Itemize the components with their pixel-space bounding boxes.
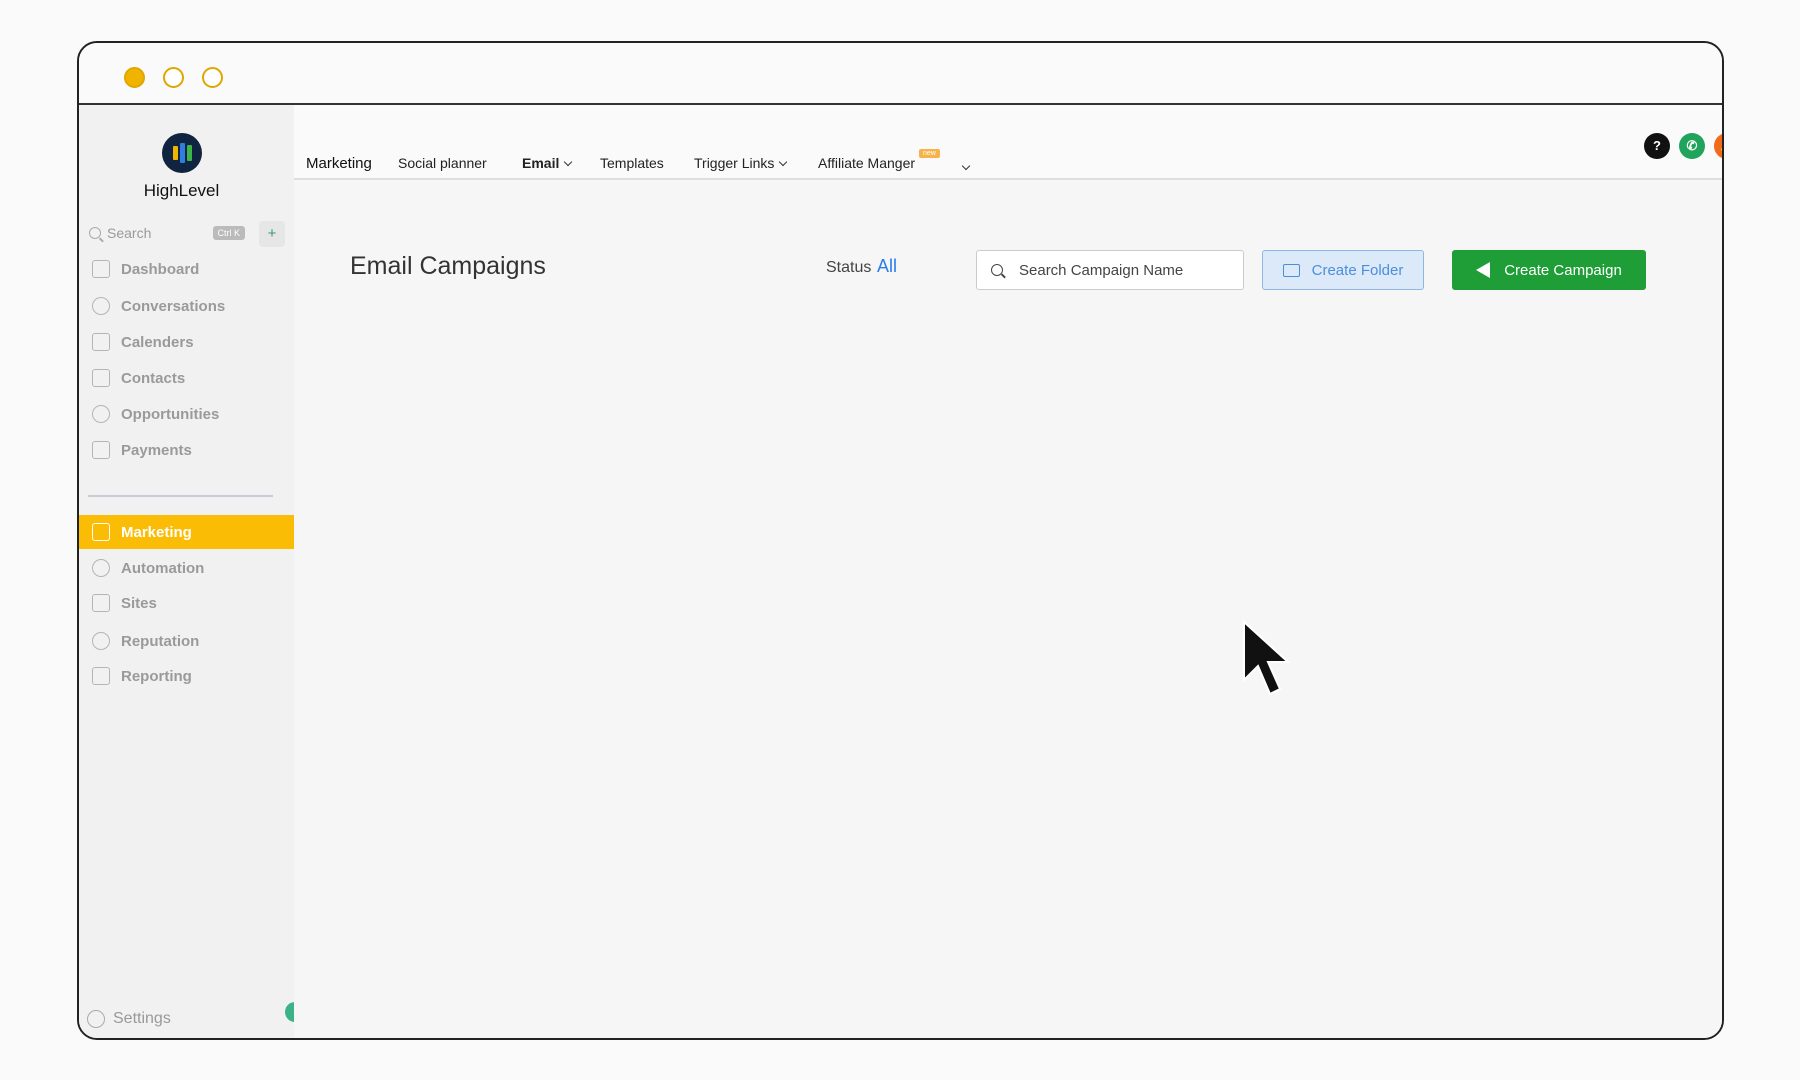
chevron-down-icon[interactable] <box>962 162 970 170</box>
sidebar-item-automation[interactable]: Automation <box>79 551 294 585</box>
app-window: HighLevel Search Ctrl K + Dashboard Conv… <box>77 41 1724 1040</box>
sidebar-item-label: Reputation <box>121 633 199 650</box>
create-campaign-label: Create Campaign <box>1504 262 1622 279</box>
sidebar-item-label: Reporting <box>121 668 192 685</box>
settings-label: Settings <box>113 1010 171 1028</box>
title-bar <box>79 43 1722 105</box>
sidebar-item-marketing[interactable]: Marketing <box>79 515 294 549</box>
tab-trigger-links-label: Trigger Links <box>694 155 774 171</box>
sidebar-item-label: Automation <box>121 560 204 577</box>
sidebar: HighLevel Search Ctrl K + Dashboard Conv… <box>79 105 294 1038</box>
status-filter-label: Status <box>826 259 871 277</box>
phone-icon[interactable]: ✆ <box>1679 133 1705 159</box>
main-content: Email Campaigns Status All Create Folder… <box>294 182 1722 1038</box>
calendar-icon <box>92 333 110 351</box>
tab-affiliate-manager[interactable]: Affiliate Manger <box>818 155 915 171</box>
sidebar-divider <box>88 495 273 497</box>
gear-icon <box>87 1010 105 1028</box>
tab-templates[interactable]: Templates <box>600 155 664 171</box>
mouse-cursor-icon <box>1240 620 1300 700</box>
sidebar-item-label: Sites <box>121 595 157 612</box>
chevron-down-icon <box>564 158 572 166</box>
sidebar-item-label: Conversations <box>121 298 225 315</box>
maximize-window-button[interactable] <box>202 67 223 88</box>
shortcut-hint: Ctrl K <box>213 226 246 240</box>
status-filter-value[interactable]: All <box>877 256 897 277</box>
dashboard-icon <box>92 260 110 278</box>
create-campaign-button[interactable]: Create Campaign <box>1452 250 1646 290</box>
megaphone-icon <box>1476 262 1490 278</box>
sidebar-search-placeholder: Search <box>107 225 151 241</box>
sidebar-item-settings[interactable]: Settings <box>87 1010 171 1028</box>
help-icon[interactable]: ? <box>1644 133 1670 159</box>
search-icon <box>991 264 1003 276</box>
opportunities-icon <box>92 405 110 423</box>
brand-name: HighLevel <box>79 181 284 201</box>
highlevel-logo-icon <box>162 133 202 173</box>
sidebar-item-opportunities[interactable]: Opportunities <box>79 397 294 431</box>
folder-icon <box>1283 264 1300 277</box>
sidebar-search[interactable]: Search Ctrl K <box>85 219 251 247</box>
sidebar-item-calenders[interactable]: Calenders <box>79 325 294 359</box>
sidebar-item-reporting[interactable]: Reporting <box>79 659 294 693</box>
campaign-search[interactable] <box>976 250 1244 290</box>
search-icon <box>89 227 101 239</box>
sidebar-item-contacts[interactable]: Contacts <box>79 361 294 395</box>
minimize-window-button[interactable] <box>163 67 184 88</box>
sidebar-item-label: Marketing <box>121 524 192 541</box>
campaign-search-input[interactable] <box>1019 262 1219 279</box>
tab-marketing[interactable]: Marketing <box>306 155 372 172</box>
chat-icon <box>92 297 110 315</box>
payments-icon <box>92 441 110 459</box>
sidebar-item-label: Dashboard <box>121 261 199 278</box>
chevron-down-icon <box>779 158 787 166</box>
contacts-icon <box>92 369 110 387</box>
sidebar-item-dashboard[interactable]: Dashboard <box>79 252 294 286</box>
sidebar-item-sites[interactable]: Sites <box>79 586 294 620</box>
sidebar-item-label: Opportunities <box>121 406 219 423</box>
create-folder-button[interactable]: Create Folder <box>1262 250 1424 290</box>
tab-email[interactable]: Email <box>522 155 571 171</box>
page-title: Email Campaigns <box>350 252 546 281</box>
sites-icon <box>92 594 110 612</box>
sidebar-item-label: Calenders <box>121 334 194 351</box>
quick-add-button[interactable]: + <box>259 221 285 247</box>
trend-icon <box>92 667 110 685</box>
star-icon <box>92 632 110 650</box>
sidebar-item-label: Payments <box>121 442 192 459</box>
tab-trigger-links[interactable]: Trigger Links <box>694 155 786 171</box>
sidebar-item-label: Contacts <box>121 370 185 387</box>
new-badge: new <box>919 149 940 158</box>
send-icon <box>92 523 110 541</box>
create-folder-label: Create Folder <box>1312 262 1404 279</box>
sidebar-item-reputation[interactable]: Reputation <box>79 624 294 658</box>
sidebar-item-payments[interactable]: Payments <box>79 433 294 467</box>
tab-social-planner[interactable]: Social planner <box>398 155 487 171</box>
close-window-button[interactable] <box>124 67 145 88</box>
bell-icon[interactable]: 🔔 <box>1714 133 1724 159</box>
tab-email-label: Email <box>522 155 559 171</box>
automation-icon <box>92 559 110 577</box>
top-navigation: Marketing Social planner Email Templates… <box>294 105 1722 180</box>
sidebar-item-conversations[interactable]: Conversations <box>79 289 294 323</box>
